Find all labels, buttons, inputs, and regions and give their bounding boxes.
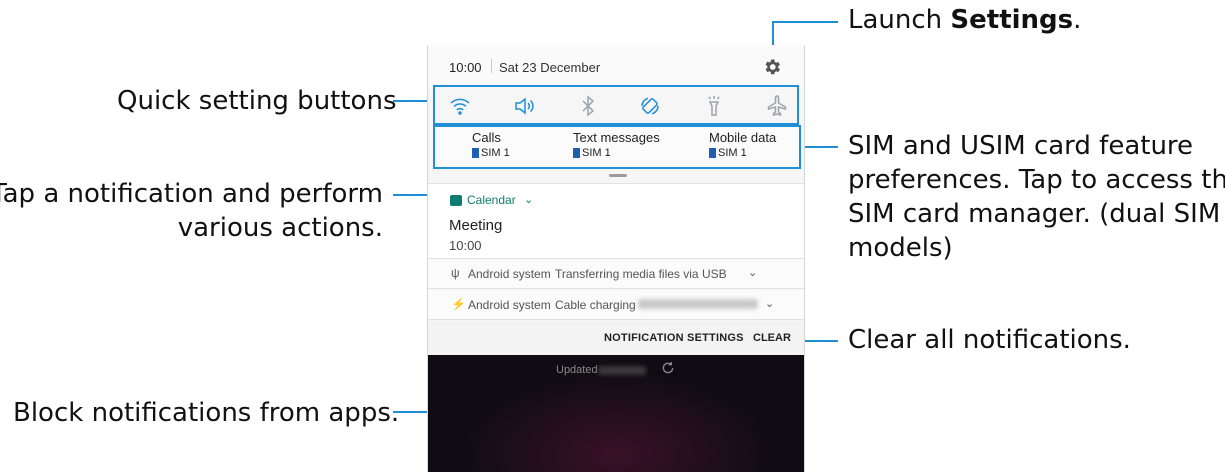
charging-icon: ⚡ [451, 297, 466, 311]
sound-icon[interactable] [512, 94, 536, 118]
chevron-down-icon[interactable]: ⌄ [765, 297, 774, 310]
status-date: Sat 23 December [499, 60, 601, 75]
sim-card-icon [472, 148, 479, 158]
status-divider [491, 59, 492, 73]
lock-screen-background: Updated [428, 355, 804, 472]
sim-card-icon [573, 148, 580, 158]
notification-panel: 10:00 Sat 23 December Calls SIM 1 Text m… [427, 45, 805, 472]
notification-settings-button[interactable]: NOTIFICATION SETTINGS [604, 332, 744, 344]
calendar-notification[interactable]: Calendar ⌄ Meeting 10:00 [428, 183, 804, 259]
airplane-mode-icon[interactable] [765, 94, 789, 118]
settings-leader [772, 21, 838, 23]
notification-app-name: Android system [468, 267, 551, 281]
usb-notification[interactable]: ψ Android system Transferring media file… [428, 259, 804, 289]
usb-icon: ψ [451, 266, 460, 280]
notification-message: Cable charging [555, 298, 636, 312]
chevron-down-icon[interactable]: ⌄ [748, 266, 757, 279]
status-time: 10:00 [449, 60, 482, 75]
sim-pref-messages[interactable]: Text messages SIM 1 [573, 130, 660, 159]
notification-app-name: Android system [468, 298, 551, 312]
notification-title: Meeting [449, 217, 503, 234]
bluetooth-icon[interactable] [576, 94, 600, 118]
drag-handle[interactable] [609, 174, 627, 177]
quick-settings-annotation: Quick setting buttons [117, 86, 397, 116]
wifi-icon[interactable] [448, 94, 472, 118]
redacted-text [598, 366, 646, 375]
charging-notification[interactable]: ⚡ Android system Cable charging ⌄ [428, 290, 804, 320]
clear-button[interactable]: CLEAR [753, 332, 791, 344]
notification-message: Transferring media files via USB [555, 267, 727, 281]
quick-settings-row [433, 85, 799, 125]
settings-leader [772, 21, 774, 46]
status-bar: 10:00 Sat 23 December [428, 45, 804, 87]
flashlight-icon[interactable] [702, 94, 726, 118]
sim-annotation: SIM and USIM card feature preferences. T… [848, 131, 1225, 263]
sim-pref-mobile-data[interactable]: Mobile data SIM 1 [709, 130, 776, 159]
sim-pref-calls[interactable]: Calls SIM 1 [472, 130, 510, 159]
settings-annotation: Launch Settings. [848, 5, 1082, 35]
redacted-text [638, 299, 758, 309]
chevron-down-icon[interactable]: ⌄ [524, 193, 533, 206]
notification-time: 10:00 [449, 238, 482, 253]
clear-annotation: Clear all notifications. [848, 325, 1131, 355]
refresh-icon[interactable] [660, 360, 676, 376]
notification-app-name: Calendar [467, 193, 516, 207]
notification-annotation: Tap a notification and perform various a… [0, 179, 383, 243]
sim-card-icon [709, 148, 716, 158]
sim-preferences-row[interactable]: Calls SIM 1 Text messages SIM 1 Mobile d… [433, 125, 801, 169]
settings-gear-icon[interactable] [762, 57, 782, 77]
calendar-icon [450, 195, 462, 206]
auto-rotate-icon[interactable] [638, 94, 662, 118]
sim-leader [801, 146, 838, 148]
notification-actions: NOTIFICATION SETTINGS CLEAR [428, 321, 804, 355]
updated-label: Updated [556, 364, 598, 376]
block-annotation: Block notifications from apps. [13, 398, 400, 428]
